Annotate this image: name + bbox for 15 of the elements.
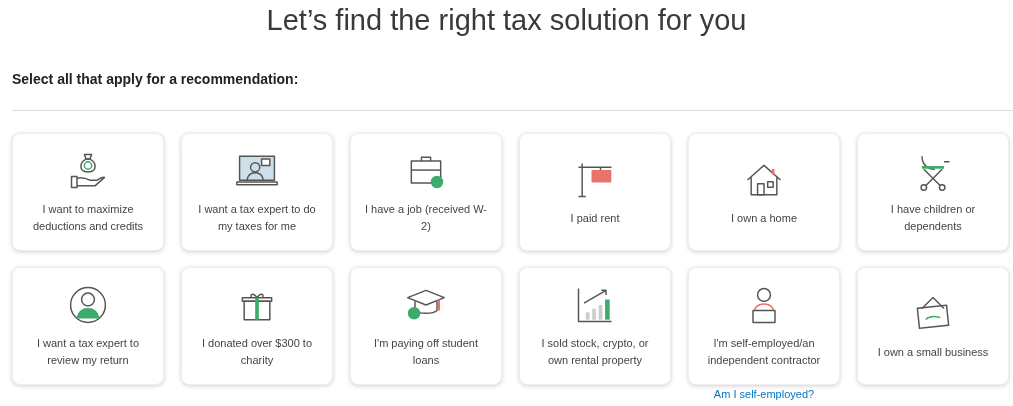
option-card[interactable]: I have a job (received W-2) [350,133,502,251]
option-card[interactable]: I'm self-employed/an independent contractor [688,267,840,385]
option-card[interactable]: I donated over $300 to charity [181,267,333,385]
instruction-text: Select all that apply for a recommendation: [12,71,300,87]
option-card[interactable]: I want a tax expert to do my taxes for me [181,133,333,251]
option-card[interactable]: I own a small business [857,267,1009,385]
option-card[interactable]: I'm paying off student loans [350,267,502,385]
option-card[interactable]: I sold stock, crypto, or own rental property [519,267,671,385]
option-card[interactable]: I want to maximize deductions and credits [12,133,164,251]
option-card[interactable]: I own a home [688,133,840,251]
option-card[interactable]: I have children or dependents [857,133,1009,251]
page-title: Let’s find the right tax solution for you [265,3,748,37]
option-card[interactable]: I want a tax expert to review my return [12,267,164,385]
help-link[interactable]: Am I self-employed? [713,388,815,400]
option-card[interactable]: I paid rent [519,133,671,251]
